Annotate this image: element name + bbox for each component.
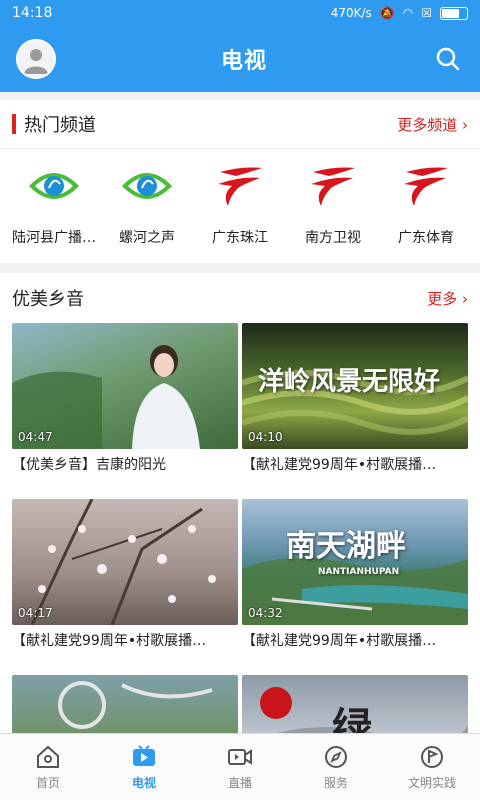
- video-duration: 04:17: [18, 606, 53, 620]
- tab-label: 首页: [35, 775, 60, 790]
- tab-label: 文明实践: [407, 775, 456, 790]
- battery-icon: [440, 6, 468, 20]
- page-title: 电视: [220, 49, 267, 74]
- channel-label: 南方卫视: [305, 230, 361, 246]
- channel-label: 陆河县广播…: [12, 230, 96, 246]
- video-title: 【献礼建党99周年•村歌展播…: [242, 633, 437, 649]
- more-channels-link[interactable]: 更多频道 ›: [397, 114, 468, 135]
- video-card[interactable]: 04:17 【献礼建党99周年•村歌展播…: [12, 499, 238, 675]
- tab-civilization[interactable]: 文明实践: [384, 734, 480, 800]
- video-title: 【献礼建党99周年•村歌展播…: [242, 457, 437, 473]
- channel-list: 陆河县广播… 螺河之声 广东珠江 南方卫视 广东体育: [0, 148, 480, 263]
- channel-item[interactable]: 南方卫视: [287, 163, 379, 263]
- tab-label: 电视: [131, 775, 156, 790]
- app-bar: 电视: [0, 26, 480, 92]
- more-videos-link[interactable]: 更多 ›: [427, 288, 468, 309]
- tab-label: 服务: [323, 775, 348, 790]
- tab-label: 直播: [227, 775, 252, 790]
- video-thumbnail: 04:17: [12, 499, 238, 625]
- gdtv-logo-icon: [212, 163, 268, 209]
- video-duration: 04:32: [248, 606, 283, 620]
- section-marker: [12, 114, 16, 134]
- wifi-icon: ◠: [402, 6, 414, 20]
- video-grid: 04:47 【优美乡音】吉康的阳光 洋岭风景无限好 04:10 【献礼建党99周…: [0, 323, 480, 743]
- tab-tv[interactable]: 电视: [96, 734, 192, 800]
- hot-channels-header: 热门频道 更多频道 ›: [0, 100, 480, 148]
- channel-label: 螺河之声: [119, 230, 175, 246]
- home-icon: [37, 745, 59, 768]
- video-thumbnail: 04:47: [12, 323, 238, 449]
- tab-home[interactable]: 首页: [0, 734, 96, 800]
- video-thumbnail: 南天湖畔 NANTIANHUPAN 04:32: [242, 499, 468, 625]
- video-title: 【献礼建党99周年•村歌展播…: [12, 633, 207, 649]
- hot-channels-section: 热门频道 更多频道 › 陆河县广播… 螺河之声 广东珠江 南方卫视 广东体育: [0, 100, 480, 263]
- beautiful-title: 优美乡音: [12, 289, 84, 310]
- channel-item[interactable]: 广东珠江: [194, 163, 286, 263]
- video-card[interactable]: 洋岭风景无限好 04:10 【献礼建党99周年•村歌展播…: [242, 323, 468, 499]
- channel-item[interactable]: 螺河之声: [101, 163, 193, 263]
- search-icon: [436, 47, 460, 71]
- mute-icon: 🔕: [379, 6, 395, 20]
- search-button[interactable]: [432, 43, 464, 75]
- beautiful-section: 优美乡音 更多 › 04:47 【优美乡音】吉康的阳光 洋岭风景无限好 04:1…: [0, 273, 480, 743]
- tv-icon: [133, 744, 155, 766]
- status-icons: 470K/s 🔕 ◠ ☒: [331, 6, 468, 20]
- tab-live[interactable]: 直播: [192, 734, 288, 800]
- flag-icon: [421, 745, 443, 768]
- video-thumbnail: 洋岭风景无限好 04:10: [242, 323, 468, 449]
- video-overlay-text: 洋岭风景无限好: [258, 367, 441, 397]
- eye-logo-icon: [119, 163, 175, 209]
- beautiful-header: 优美乡音 更多 ›: [0, 273, 480, 323]
- video-overlay-text: 南天湖畔: [286, 529, 406, 564]
- eye-logo-icon: [26, 163, 82, 209]
- video-overlay-subtext: NANTIANHUPAN: [318, 567, 400, 577]
- gdtv-logo-icon: [305, 163, 361, 209]
- bottom-tab-bar: 首页 电视 直播 服务 文明实践: [0, 733, 480, 800]
- user-avatar-icon: [24, 49, 48, 74]
- status-time: 14:18: [12, 5, 53, 21]
- status-bar: 14:18 470K/s 🔕 ◠ ☒: [0, 0, 480, 26]
- tab-service[interactable]: 服务: [288, 734, 384, 800]
- network-speed: 470K/s: [330, 6, 372, 20]
- avatar[interactable]: [16, 39, 56, 79]
- channel-item[interactable]: 陆河县广播…: [8, 163, 100, 263]
- video-card[interactable]: 南天湖畔 NANTIANHUPAN 04:32 【献礼建党99周年•村歌展播…: [242, 499, 468, 675]
- channel-label: 广东珠江: [212, 230, 268, 246]
- channel-label: 广东体育: [398, 230, 454, 246]
- channel-item[interactable]: 广东体育: [380, 163, 472, 263]
- live-icon: [228, 748, 252, 765]
- video-duration: 04:10: [248, 430, 283, 444]
- compass-icon: [325, 745, 347, 768]
- hot-channels-title: 热门频道: [24, 115, 96, 136]
- gdtv-logo-icon: [398, 163, 454, 209]
- video-card[interactable]: 04:47 【优美乡音】吉康的阳光: [12, 323, 238, 499]
- sim-icon: ☒: [421, 6, 432, 20]
- video-title: 【优美乡音】吉康的阳光: [12, 457, 166, 473]
- video-duration: 04:47: [18, 430, 53, 444]
